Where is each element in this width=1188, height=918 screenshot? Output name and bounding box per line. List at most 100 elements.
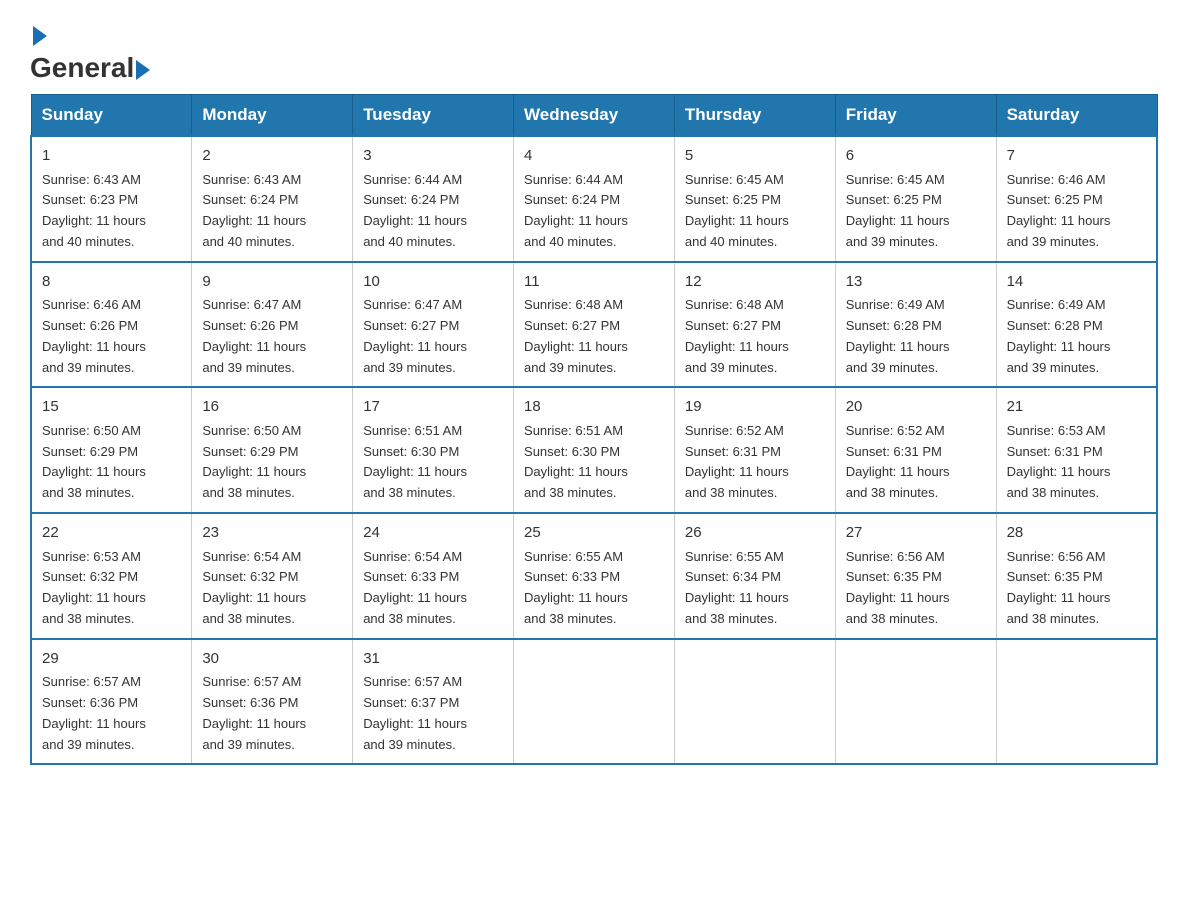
logo-triangle-icon (136, 60, 150, 80)
calendar-cell: 3 Sunrise: 6:44 AMSunset: 6:24 PMDaylight… (353, 136, 514, 262)
day-info: Sunrise: 6:48 AMSunset: 6:27 PMDaylight:… (685, 297, 789, 374)
day-number: 6 (846, 145, 986, 168)
day-info: Sunrise: 6:46 AMSunset: 6:26 PMDaylight:… (42, 297, 146, 374)
calendar-week-row: 15 Sunrise: 6:50 AMSunset: 6:29 PMDayligh… (31, 387, 1157, 513)
calendar-cell: 5 Sunrise: 6:45 AMSunset: 6:25 PMDaylight… (674, 136, 835, 262)
calendar-cell: 14 Sunrise: 6:49 AMSunset: 6:28 PMDayligh… (996, 262, 1157, 388)
calendar-cell: 28 Sunrise: 6:56 AMSunset: 6:35 PMDayligh… (996, 513, 1157, 639)
calendar-week-row: 22Sunrise: 6:53 AMSunset: 6:32 PMDayligh… (31, 513, 1157, 639)
day-info: Sunrise: 6:49 AMSunset: 6:28 PMDaylight:… (1007, 297, 1111, 374)
header-monday: Monday (192, 95, 353, 137)
calendar-cell (674, 639, 835, 765)
day-number: 14 (1007, 271, 1146, 294)
day-info: Sunrise: 6:47 AMSunset: 6:27 PMDaylight:… (363, 297, 467, 374)
day-info: Sunrise: 6:44 AMSunset: 6:24 PMDaylight:… (363, 172, 467, 249)
day-number: 29 (42, 648, 181, 671)
header-sunday: Sunday (31, 95, 192, 137)
calendar-cell: 10 Sunrise: 6:47 AMSunset: 6:27 PMDayligh… (353, 262, 514, 388)
day-info: Sunrise: 6:51 AMSunset: 6:30 PMDaylight:… (524, 423, 628, 500)
header-saturday: Saturday (996, 95, 1157, 137)
calendar-cell: 8Sunrise: 6:46 AMSunset: 6:26 PMDaylight… (31, 262, 192, 388)
calendar-cell: 21Sunrise: 6:53 AMSunset: 6:31 PMDayligh… (996, 387, 1157, 513)
day-number: 13 (846, 271, 986, 294)
calendar-cell: 19 Sunrise: 6:52 AMSunset: 6:31 PMDayligh… (674, 387, 835, 513)
day-number: 25 (524, 522, 664, 545)
day-number: 4 (524, 145, 664, 168)
header-tuesday: Tuesday (353, 95, 514, 137)
day-number: 28 (1007, 522, 1146, 545)
day-info: Sunrise: 6:50 AMSunset: 6:29 PMDaylight:… (42, 423, 146, 500)
day-info: Sunrise: 6:54 AMSunset: 6:32 PMDaylight:… (202, 549, 306, 626)
header-wednesday: Wednesday (514, 95, 675, 137)
calendar-cell: 11 Sunrise: 6:48 AMSunset: 6:27 PMDayligh… (514, 262, 675, 388)
day-info: Sunrise: 6:52 AMSunset: 6:31 PMDaylight:… (685, 423, 789, 500)
calendar-cell: 6Sunrise: 6:45 AMSunset: 6:25 PMDaylight… (835, 136, 996, 262)
calendar-cell: 29 Sunrise: 6:57 AMSunset: 6:36 PMDayligh… (31, 639, 192, 765)
calendar-cell: 25 Sunrise: 6:55 AMSunset: 6:33 PMDayligh… (514, 513, 675, 639)
day-number: 30 (202, 648, 342, 671)
day-number: 15 (42, 396, 181, 419)
day-info: Sunrise: 6:53 AMSunset: 6:32 PMDaylight:… (42, 549, 146, 626)
calendar-cell (835, 639, 996, 765)
calendar-cell: 30Sunrise: 6:57 AMSunset: 6:36 PMDayligh… (192, 639, 353, 765)
day-number: 12 (685, 271, 825, 294)
header-thursday: Thursday (674, 95, 835, 137)
page-header: General (30, 20, 1158, 76)
day-info: Sunrise: 6:55 AMSunset: 6:34 PMDaylight:… (685, 549, 789, 626)
calendar-week-row: 1Sunrise: 6:43 AMSunset: 6:23 PMDaylight… (31, 136, 1157, 262)
day-number: 3 (363, 145, 503, 168)
calendar-cell: 15 Sunrise: 6:50 AMSunset: 6:29 PMDayligh… (31, 387, 192, 513)
calendar-cell: 7 Sunrise: 6:46 AMSunset: 6:25 PMDaylight… (996, 136, 1157, 262)
day-number: 2 (202, 145, 342, 168)
day-info: Sunrise: 6:52 AMSunset: 6:31 PMDaylight:… (846, 423, 950, 500)
day-info: Sunrise: 6:50 AMSunset: 6:29 PMDaylight:… (202, 423, 306, 500)
calendar-table: SundayMondayTuesdayWednesdayThursdayFrid… (30, 94, 1158, 765)
day-info: Sunrise: 6:49 AMSunset: 6:28 PMDaylight:… (846, 297, 950, 374)
calendar-cell: 31 Sunrise: 6:57 AMSunset: 6:37 PMDayligh… (353, 639, 514, 765)
calendar-header-row: SundayMondayTuesdayWednesdayThursdayFrid… (31, 95, 1157, 137)
day-info: Sunrise: 6:57 AMSunset: 6:36 PMDaylight:… (42, 674, 146, 751)
calendar-cell: 1Sunrise: 6:43 AMSunset: 6:23 PMDaylight… (31, 136, 192, 262)
day-info: Sunrise: 6:56 AMSunset: 6:35 PMDaylight:… (846, 549, 950, 626)
calendar-cell: 18 Sunrise: 6:51 AMSunset: 6:30 PMDayligh… (514, 387, 675, 513)
day-number: 10 (363, 271, 503, 294)
day-info: Sunrise: 6:56 AMSunset: 6:35 PMDaylight:… (1007, 549, 1111, 626)
day-info: Sunrise: 6:43 AMSunset: 6:24 PMDaylight:… (202, 172, 306, 249)
day-number: 31 (363, 648, 503, 671)
calendar-cell: 20 Sunrise: 6:52 AMSunset: 6:31 PMDayligh… (835, 387, 996, 513)
header-friday: Friday (835, 95, 996, 137)
day-info: Sunrise: 6:53 AMSunset: 6:31 PMDaylight:… (1007, 423, 1111, 500)
calendar-week-row: 8Sunrise: 6:46 AMSunset: 6:26 PMDaylight… (31, 262, 1157, 388)
calendar-cell: 26Sunrise: 6:55 AMSunset: 6:34 PMDayligh… (674, 513, 835, 639)
day-info: Sunrise: 6:55 AMSunset: 6:33 PMDaylight:… (524, 549, 628, 626)
day-number: 5 (685, 145, 825, 168)
day-info: Sunrise: 6:46 AMSunset: 6:25 PMDaylight:… (1007, 172, 1111, 249)
day-number: 19 (685, 396, 825, 419)
day-info: Sunrise: 6:45 AMSunset: 6:25 PMDaylight:… (685, 172, 789, 249)
calendar-cell: 2 Sunrise: 6:43 AMSunset: 6:24 PMDaylight… (192, 136, 353, 262)
day-number: 20 (846, 396, 986, 419)
day-number: 24 (363, 522, 503, 545)
calendar-cell: 16Sunrise: 6:50 AMSunset: 6:29 PMDayligh… (192, 387, 353, 513)
calendar-cell: 22Sunrise: 6:53 AMSunset: 6:32 PMDayligh… (31, 513, 192, 639)
day-number: 1 (42, 145, 181, 168)
calendar-cell: 17Sunrise: 6:51 AMSunset: 6:30 PMDayligh… (353, 387, 514, 513)
calendar-cell: 9Sunrise: 6:47 AMSunset: 6:26 PMDaylight… (192, 262, 353, 388)
calendar-week-row: 29 Sunrise: 6:57 AMSunset: 6:36 PMDayligh… (31, 639, 1157, 765)
day-number: 23 (202, 522, 342, 545)
calendar-cell (514, 639, 675, 765)
day-number: 18 (524, 396, 664, 419)
day-info: Sunrise: 6:44 AMSunset: 6:24 PMDaylight:… (524, 172, 628, 249)
calendar-cell: 27 Sunrise: 6:56 AMSunset: 6:35 PMDayligh… (835, 513, 996, 639)
calendar-cell: 24Sunrise: 6:54 AMSunset: 6:33 PMDayligh… (353, 513, 514, 639)
day-info: Sunrise: 6:57 AMSunset: 6:37 PMDaylight:… (363, 674, 467, 751)
day-number: 7 (1007, 145, 1146, 168)
day-number: 27 (846, 522, 986, 545)
day-number: 17 (363, 396, 503, 419)
logo: General (30, 20, 152, 76)
logo-general-line2: General (30, 52, 134, 83)
calendar-cell: 13 Sunrise: 6:49 AMSunset: 6:28 PMDayligh… (835, 262, 996, 388)
day-info: Sunrise: 6:48 AMSunset: 6:27 PMDaylight:… (524, 297, 628, 374)
day-number: 9 (202, 271, 342, 294)
day-number: 11 (524, 271, 664, 294)
